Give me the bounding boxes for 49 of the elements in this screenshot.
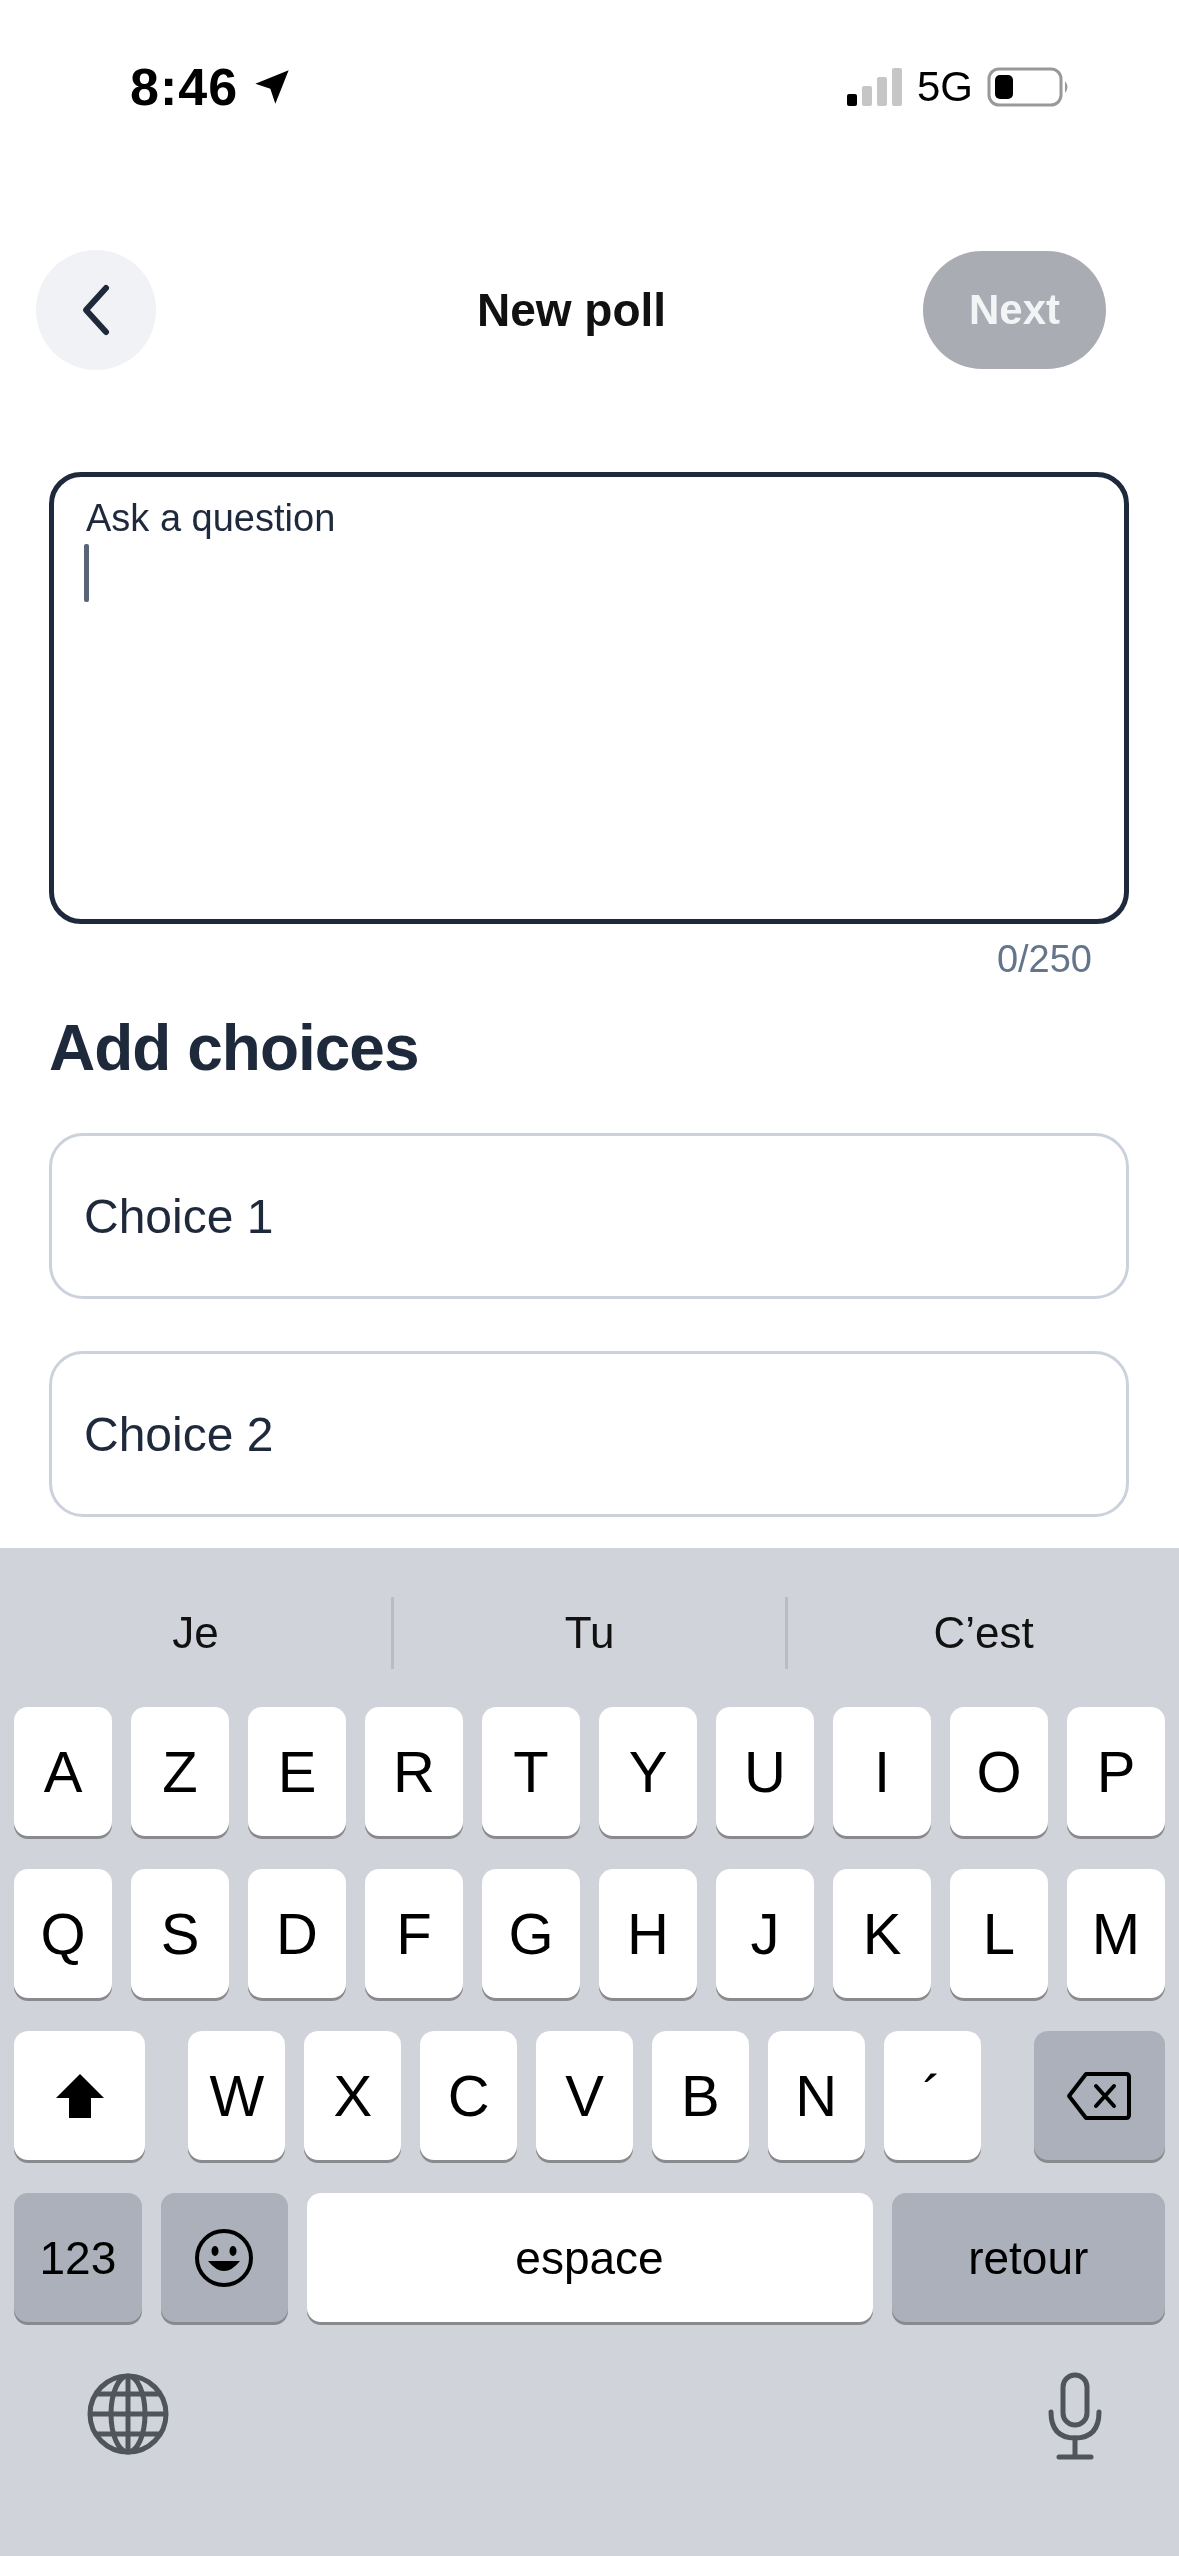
return-key[interactable]: retour xyxy=(891,2193,1165,2322)
section-heading: Add choices xyxy=(49,1011,420,1085)
choice-field[interactable]: Choice 1 xyxy=(49,1133,1129,1299)
suggestion-item[interactable]: Tu xyxy=(394,1597,785,1668)
key[interactable]: Y xyxy=(599,1707,697,1836)
clock-time: 8:46 xyxy=(130,57,239,117)
emoji-icon xyxy=(193,2226,256,2289)
key[interactable]: B xyxy=(651,2031,749,2160)
key[interactable]: G xyxy=(482,1869,580,1998)
suggestion-item[interactable]: Je xyxy=(0,1597,391,1668)
key[interactable]: R xyxy=(365,1707,463,1836)
key[interactable]: J xyxy=(716,1869,814,1998)
key[interactable]: E xyxy=(248,1707,346,1836)
character-counter: 0/250 xyxy=(995,937,1093,981)
delete-key[interactable] xyxy=(1033,2031,1166,2160)
signal-icon xyxy=(846,68,903,106)
space-key[interactable]: espace xyxy=(306,2193,873,2322)
key[interactable]: I xyxy=(833,1707,931,1836)
screen-title: New poll xyxy=(476,283,667,337)
suggestion-item[interactable]: C’est xyxy=(788,1597,1179,1668)
key[interactable]: F xyxy=(365,1869,463,1998)
numbers-key[interactable]: 123 xyxy=(14,2193,142,2322)
key[interactable]: T xyxy=(482,1707,580,1836)
key[interactable]: H xyxy=(599,1869,697,1998)
key[interactable]: A xyxy=(14,1707,112,1836)
shift-key[interactable] xyxy=(14,2031,146,2160)
key[interactable]: Q xyxy=(14,1869,112,1998)
key[interactable]: ´ xyxy=(883,2031,981,2160)
key[interactable]: Z xyxy=(131,1707,229,1836)
key[interactable]: W xyxy=(188,2031,286,2160)
network-label: 5G xyxy=(916,63,973,111)
key[interactable]: N xyxy=(767,2031,865,2160)
key[interactable]: K xyxy=(833,1869,931,1998)
key[interactable]: S xyxy=(131,1869,229,1998)
key[interactable]: M xyxy=(1067,1869,1165,1998)
key[interactable]: V xyxy=(536,2031,633,2160)
key[interactable]: X xyxy=(304,2031,402,2160)
globe-icon[interactable] xyxy=(86,2372,170,2456)
key[interactable]: C xyxy=(420,2031,518,2160)
key[interactable]: P xyxy=(1067,1707,1165,1836)
text-cursor xyxy=(84,544,89,602)
key[interactable]: D xyxy=(248,1869,346,1998)
key[interactable]: O xyxy=(950,1707,1048,1836)
question-field[interactable]: Ask a question xyxy=(49,472,1129,924)
emoji-key[interactable] xyxy=(160,2193,288,2322)
key[interactable]: U xyxy=(716,1707,814,1836)
key[interactable]: L xyxy=(950,1869,1048,1998)
delete-icon xyxy=(1066,2070,1133,2121)
choice-field[interactable]: Choice 2 xyxy=(49,1351,1129,1517)
